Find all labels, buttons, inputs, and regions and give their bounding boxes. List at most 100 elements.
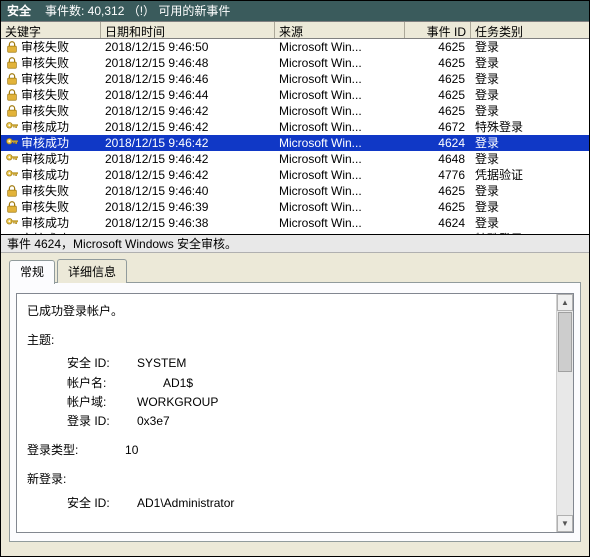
event-source: Microsoft Win... xyxy=(275,183,405,199)
column-header-category[interactable]: 任务类别 xyxy=(471,22,589,38)
detail-kv-value: AD1\Administrator xyxy=(137,494,234,513)
event-row[interactable]: 审核成功 2018/12/15 9:46:42Microsoft Win...47… xyxy=(1,167,589,183)
detail-kv-value: AD1$ xyxy=(137,374,193,393)
event-row[interactable]: 审核失败 2018/12/15 9:46:40Microsoft Win...46… xyxy=(1,183,589,199)
event-id: 4625 xyxy=(405,183,471,199)
event-row[interactable]: 审核成功2018/12/15 9:46:38Microsoft Win...46… xyxy=(1,215,589,231)
event-row[interactable]: 审核失败2018/12/15 9:46:48Microsoft Win...46… xyxy=(1,55,589,71)
key-icon xyxy=(5,168,19,182)
lock-icon xyxy=(5,56,19,70)
event-category: 登录 xyxy=(471,135,589,151)
title-sub: 事件数: 40,312 （!） 可用的新事件 xyxy=(45,1,230,21)
event-category: 登录 xyxy=(471,215,589,231)
lock-icon xyxy=(5,72,19,86)
detail-text: 已成功登录帐户。主题:安全 ID:SYSTEM帐户名: AD1$帐户域:WORK… xyxy=(17,294,573,532)
event-row[interactable]: 审核失败2018/12/15 9:46:44Microsoft Win...46… xyxy=(1,87,589,103)
scroll-thumb[interactable] xyxy=(558,312,572,372)
event-datetime: 2018/12/15 9:46:40 xyxy=(101,183,275,199)
column-header-keyword[interactable]: 关键字 xyxy=(1,22,101,38)
event-source: Microsoft Win... xyxy=(275,71,405,87)
event-category: 凭据验证 xyxy=(471,167,589,183)
event-keyword: 审核失败 xyxy=(21,183,69,199)
detail-kv-row: 登录 ID:0x3e7 xyxy=(67,412,563,431)
detail-kv-row: 帐户域:WORKGROUP xyxy=(67,393,563,412)
detail-text-box: 已成功登录帐户。主题:安全 ID:SYSTEM帐户名: AD1$帐户域:WORK… xyxy=(16,293,574,533)
key-icon xyxy=(5,120,19,134)
event-row[interactable]: 审核成功2018/12/15 9:46:42Microsoft Win...46… xyxy=(1,135,589,151)
title-main: 安全 xyxy=(7,1,31,21)
event-list[interactable]: 审核失败2018/12/15 9:46:50Microsoft Win...46… xyxy=(1,39,589,235)
detail-kv-key: 帐户域: xyxy=(67,393,137,412)
login-type-label: 登录类型: xyxy=(27,443,78,457)
detail-kv-row: 安全 ID:AD1\Administrator xyxy=(67,494,563,513)
event-row[interactable]: 审核失败2018/12/15 9:46:50Microsoft Win...46… xyxy=(1,39,589,55)
event-keyword: 审核成功 xyxy=(21,167,69,183)
event-keyword: 审核失败 xyxy=(21,39,69,55)
event-id: 4648 xyxy=(405,151,471,167)
event-source: Microsoft Win... xyxy=(275,103,405,119)
detail-kv-value: WORKGROUP xyxy=(137,393,218,412)
event-id: 4625 xyxy=(405,39,471,55)
tab-general[interactable]: 常规 xyxy=(9,260,55,284)
event-id: 4776 xyxy=(405,167,471,183)
event-source: Microsoft Win... xyxy=(275,119,405,135)
detail-section-newlogin: 新登录: xyxy=(27,470,563,489)
event-id: 4672 xyxy=(405,119,471,135)
event-id: 4625 xyxy=(405,71,471,87)
event-row[interactable]: 审核失败2018/12/15 9:46:39Microsoft Win...46… xyxy=(1,199,589,215)
column-header-datetime[interactable]: 日期和时间 xyxy=(101,22,275,38)
event-datetime: 2018/12/15 9:46:39 xyxy=(101,199,275,215)
event-category: 登录 xyxy=(471,151,589,167)
event-id: 4624 xyxy=(405,215,471,231)
key-icon xyxy=(5,136,19,150)
event-source: Microsoft Win... xyxy=(275,87,405,103)
event-id: 4625 xyxy=(405,55,471,71)
detail-kv-key: 登录 ID: xyxy=(67,412,137,431)
scrollbar[interactable]: ▲ ▼ xyxy=(556,294,573,532)
event-category: 登录 xyxy=(471,39,589,55)
key-icon xyxy=(5,152,19,166)
event-datetime: 2018/12/15 9:46:42 xyxy=(101,119,275,135)
scroll-up-arrow[interactable]: ▲ xyxy=(557,294,573,311)
event-source: Microsoft Win... xyxy=(275,167,405,183)
event-row[interactable]: 审核失败2018/12/15 9:46:46Microsoft Win...46… xyxy=(1,71,589,87)
login-type-value: 10 xyxy=(78,443,138,457)
event-datetime: 2018/12/15 9:46:42 xyxy=(101,135,275,151)
event-datetime: 2018/12/15 9:46:42 xyxy=(101,103,275,119)
event-keyword: 审核成功 xyxy=(21,119,69,135)
event-category: 登录 xyxy=(471,199,589,215)
event-datetime: 2018/12/15 9:46:46 xyxy=(101,71,275,87)
title-bar: 安全 事件数: 40,312 （!） 可用的新事件 xyxy=(1,1,589,21)
event-id: 4624 xyxy=(405,135,471,151)
tab-content: 已成功登录帐户。主题:安全 ID:SYSTEM帐户名: AD1$帐户域:WORK… xyxy=(9,282,581,542)
detail-headline: 已成功登录帐户。 xyxy=(27,302,563,321)
event-category: 登录 xyxy=(471,103,589,119)
detail-section-logintype: 登录类型: 10 xyxy=(27,441,563,460)
detail-kv-key: 帐户名: xyxy=(67,374,137,393)
event-keyword: 审核成功 xyxy=(21,135,69,151)
event-row[interactable]: 审核成功 2018/12/15 9:46:42Microsoft Win...46… xyxy=(1,119,589,135)
detail-kv-row: 帐户名: AD1$ xyxy=(67,374,563,393)
event-keyword: 审核失败 xyxy=(21,87,69,103)
scroll-down-arrow[interactable]: ▼ xyxy=(557,515,573,532)
column-header-source[interactable]: 来源 xyxy=(275,22,405,38)
event-source: Microsoft Win... xyxy=(275,39,405,55)
detail-section-subject: 主题: xyxy=(27,331,563,350)
event-row[interactable]: 审核失败 2018/12/15 9:46:42Microsoft Win...46… xyxy=(1,103,589,119)
lock-icon xyxy=(5,200,19,214)
lock-icon xyxy=(5,104,19,118)
event-id: 4625 xyxy=(405,103,471,119)
event-datetime: 2018/12/15 9:46:42 xyxy=(101,167,275,183)
event-source: Microsoft Win... xyxy=(275,215,405,231)
lock-icon xyxy=(5,88,19,102)
event-source: Microsoft Win... xyxy=(275,199,405,215)
tab-details[interactable]: 详细信息 xyxy=(57,259,127,283)
column-header-eventid[interactable]: 事件 ID xyxy=(405,22,471,38)
event-keyword: 审核失败 xyxy=(21,103,69,119)
lock-icon xyxy=(5,40,19,54)
event-category: 登录 xyxy=(471,55,589,71)
event-datetime: 2018/12/15 9:46:48 xyxy=(101,55,275,71)
event-row[interactable]: 审核成功2018/12/15 9:46:42Microsoft Win...46… xyxy=(1,151,589,167)
key-icon xyxy=(5,216,19,230)
event-id: 4625 xyxy=(405,87,471,103)
